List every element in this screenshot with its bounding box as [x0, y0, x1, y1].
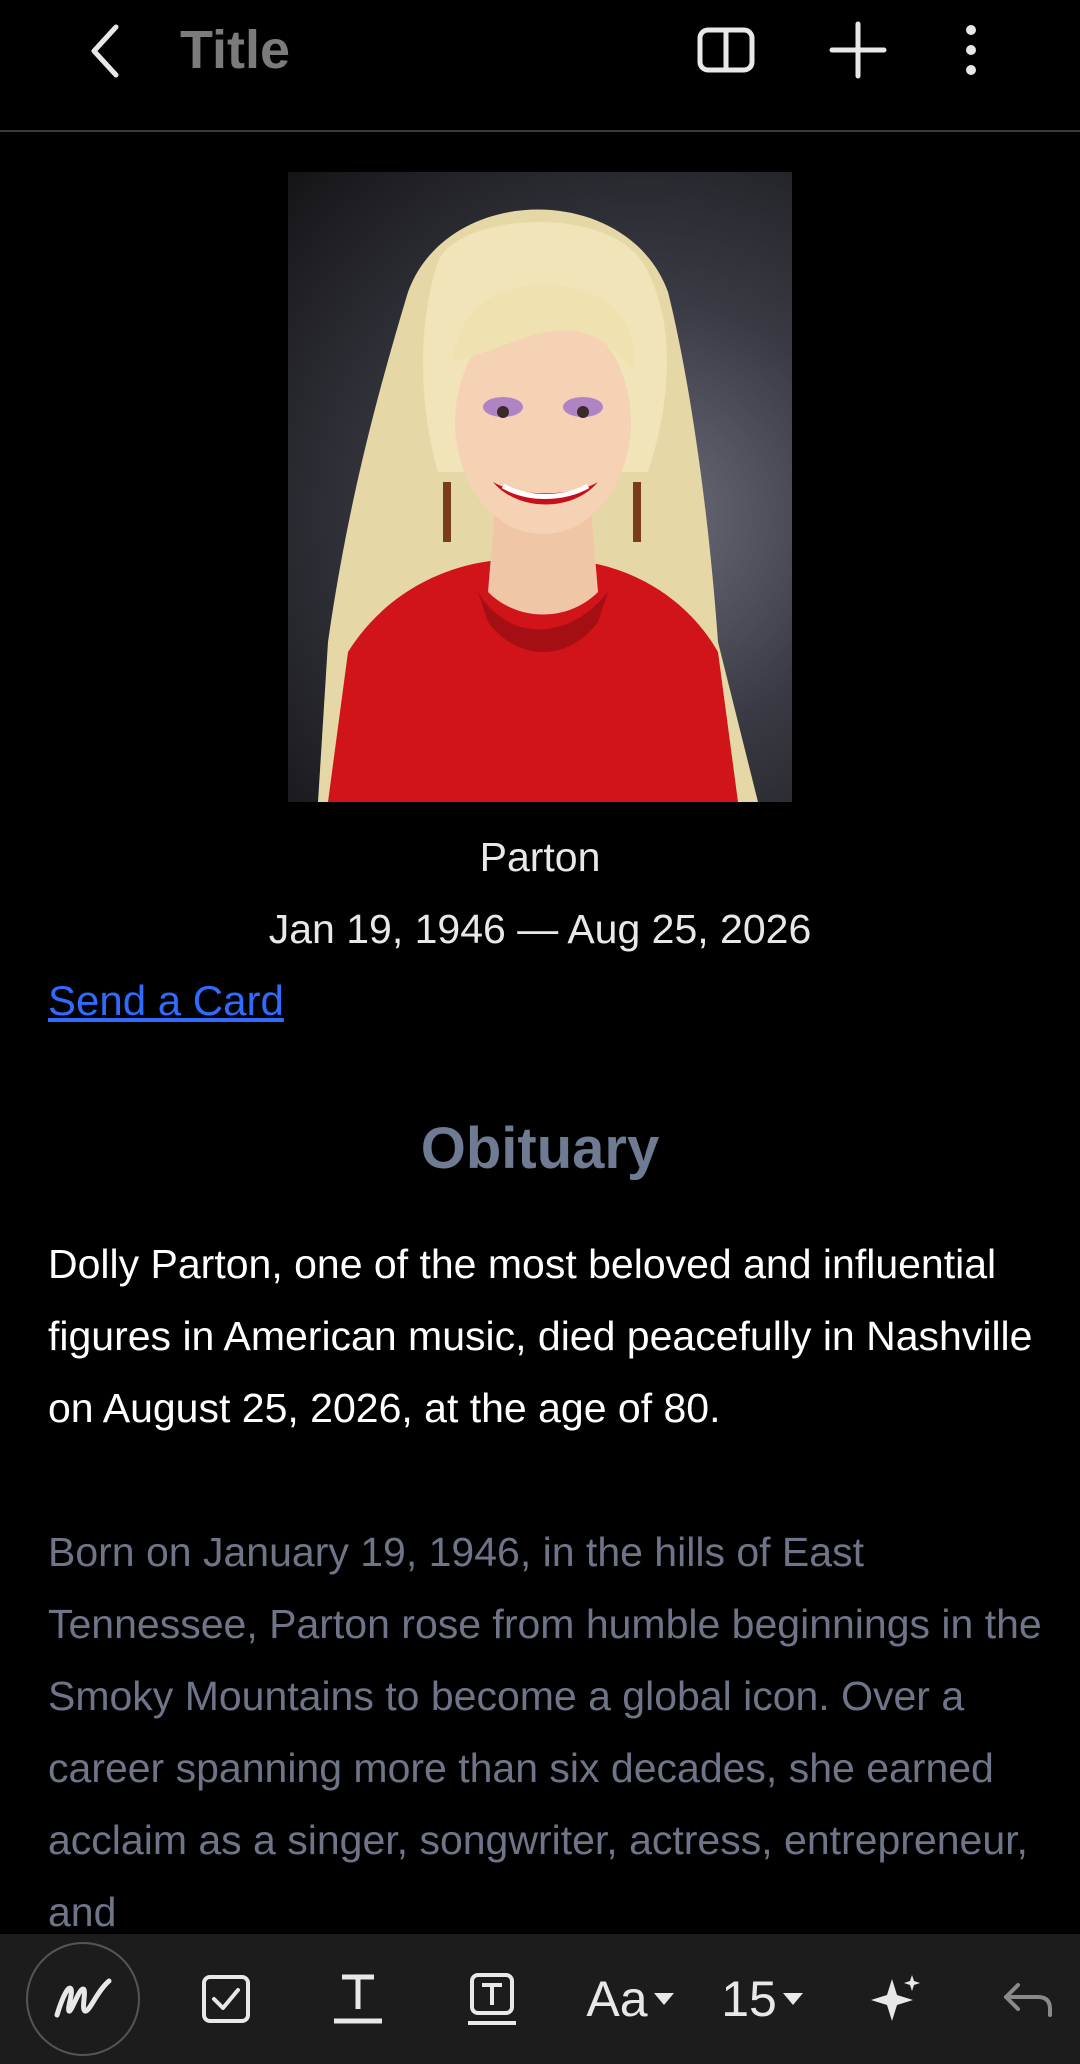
- pen-handwriting-icon: [54, 1978, 112, 2018]
- reading-mode-button[interactable]: [690, 14, 762, 86]
- photo-caption-name: Parton: [479, 834, 601, 880]
- note-content[interactable]: Parton Jan 19, 1946 — Aug 25, 2026 Send …: [0, 134, 1080, 1934]
- back-button[interactable]: [76, 16, 136, 86]
- chevron-left-icon: [91, 24, 119, 78]
- undo-arrow-icon: [1004, 1983, 1052, 2017]
- send-card-link[interactable]: Send a Card: [48, 976, 284, 1026]
- obituary-paragraph-2: Born on January 19, 1946, in the hills o…: [48, 1529, 1042, 1934]
- photo-caption-dates: Jan 19, 1946 — Aug 25, 2026: [268, 906, 812, 952]
- obituary-heading: Obituary: [420, 1116, 660, 1181]
- text-box-icon: [468, 1973, 516, 2025]
- text-style-button[interactable]: [322, 1944, 394, 2054]
- formatting-toolbar: Aa 15: [0, 1934, 1080, 2064]
- ai-assist-button[interactable]: [860, 1944, 932, 2054]
- add-button[interactable]: [822, 14, 894, 86]
- portrait-illustration: [318, 209, 758, 802]
- sparkle-icon: [871, 1975, 920, 2021]
- text-box-button[interactable]: [456, 1944, 528, 2054]
- undo-button[interactable]: [992, 1944, 1064, 2054]
- portrait-photo[interactable]: [288, 172, 792, 802]
- handwriting-button[interactable]: [26, 1942, 140, 2056]
- font-style-dropdown[interactable]: Aa: [580, 1944, 680, 2054]
- font-style-label: Aa: [586, 1971, 648, 2027]
- checkbox-icon: [202, 1975, 250, 2023]
- font-size-dropdown[interactable]: 15: [712, 1944, 812, 2054]
- plus-icon: [829, 21, 887, 79]
- dropdown-caret-icon: [653, 1993, 674, 2005]
- dropdown-caret-icon: [782, 1993, 803, 2005]
- top-app-bar: Title: [0, 0, 1080, 132]
- text-format-icon: [334, 1974, 382, 2024]
- book-open-icon: [697, 27, 755, 73]
- font-size-value: 15: [721, 1971, 777, 2027]
- checklist-button[interactable]: [190, 1944, 262, 2054]
- more-options-button[interactable]: [935, 14, 1007, 86]
- obituary-paragraph-1: Dolly Parton, one of the most beloved an…: [48, 1241, 1033, 1431]
- note-title[interactable]: Title: [180, 18, 290, 82]
- more-vertical-icon: [966, 25, 976, 75]
